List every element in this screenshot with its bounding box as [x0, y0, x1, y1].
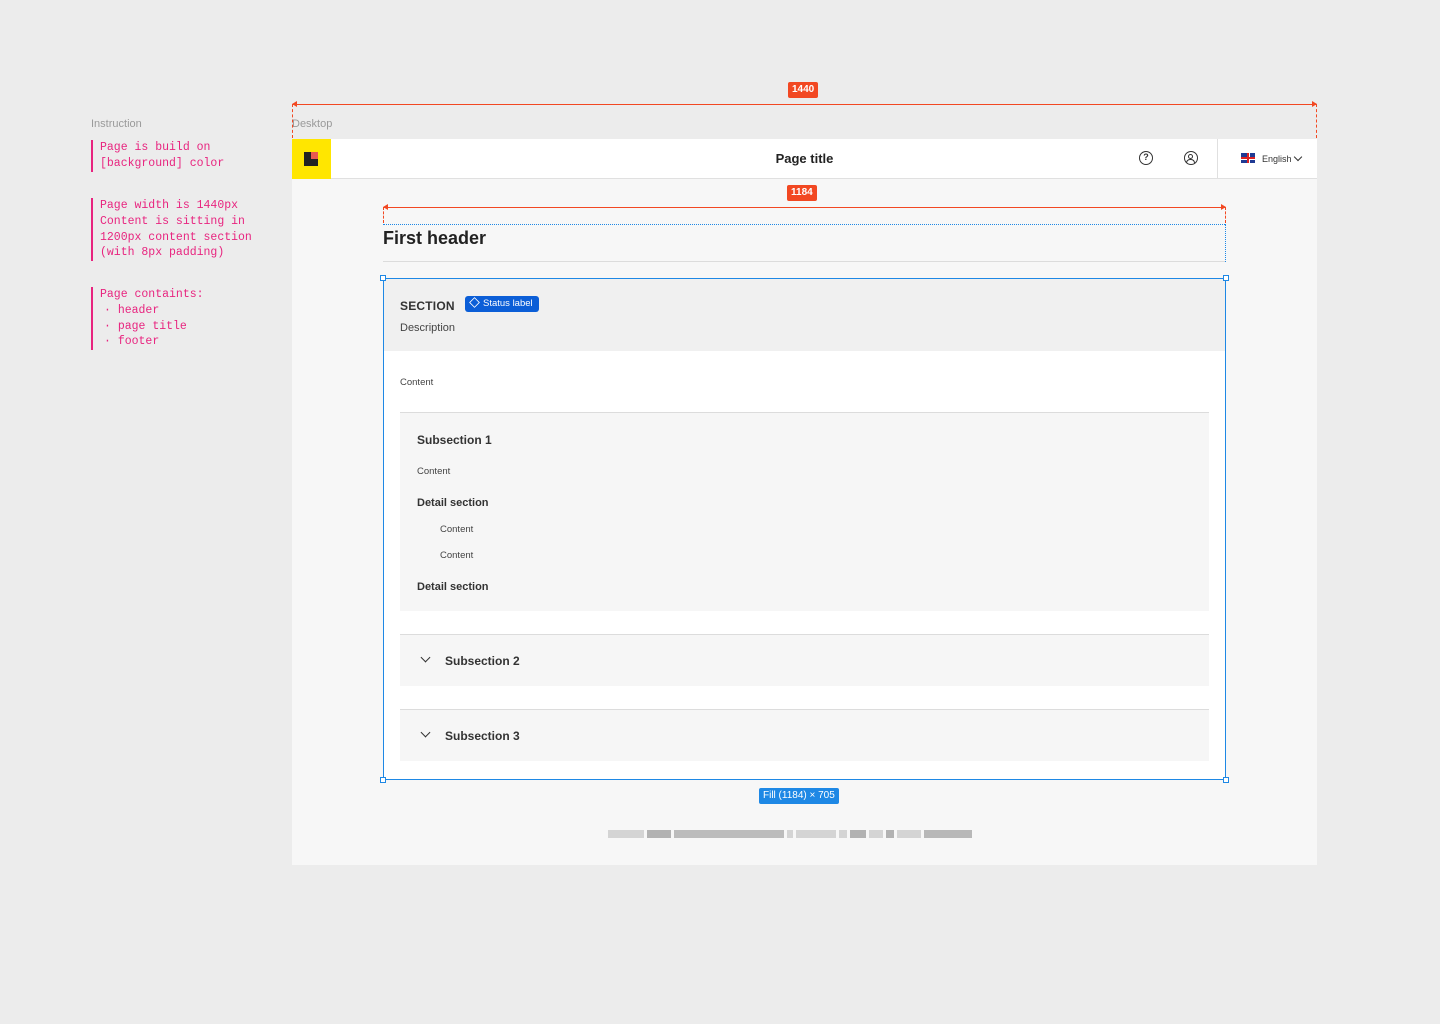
- header-bounds: [1225, 224, 1226, 262]
- content-width-edge: [1225, 207, 1226, 223]
- note-contents-item: · footer: [104, 335, 160, 349]
- fill-size-badge: Fill (1184) × 705: [759, 788, 839, 804]
- instruction-note-contents: Page containts: · header · page title · …: [91, 287, 280, 351]
- width-measure-edge: [1316, 104, 1317, 138]
- note-contents-item: · page title: [104, 319, 187, 333]
- width-measure-line: [292, 104, 1316, 105]
- resize-handle[interactable]: [1223, 275, 1229, 281]
- instruction-title: Instruction: [91, 118, 142, 130]
- first-header: First header: [383, 228, 487, 248]
- top-header: Page title ? English: [292, 139, 1317, 179]
- note-contents-title: Page containts:: [100, 288, 204, 301]
- header-bounds: [383, 224, 1225, 225]
- note-contents-item: · header: [104, 303, 160, 317]
- desktop-frame: Page title ? English 1184 First header S…: [292, 139, 1317, 865]
- selection-outline: [383, 278, 1226, 780]
- width-measure-badge: 1440: [788, 82, 819, 98]
- user-account-icon[interactable]: [1184, 151, 1198, 165]
- page-title: Page title: [775, 151, 834, 166]
- uk-flag-icon: [1241, 153, 1255, 163]
- resize-handle[interactable]: [1223, 777, 1229, 783]
- content-width-edge: [383, 207, 384, 223]
- resize-handle[interactable]: [380, 777, 386, 783]
- instruction-note-background: Page is build on [background] color: [91, 140, 280, 172]
- help-icon[interactable]: ?: [1139, 151, 1153, 165]
- header-divider: [383, 261, 1225, 262]
- content-width-line: [383, 207, 1226, 208]
- resize-handle[interactable]: [380, 275, 386, 281]
- language-selector[interactable]: English: [1262, 154, 1292, 164]
- width-measure-edge: [292, 104, 293, 138]
- header-divider: [1217, 139, 1218, 178]
- footer-blurred-text: [608, 830, 1000, 840]
- frame-label: Desktop: [292, 118, 333, 130]
- content-width-badge: 1184: [787, 185, 817, 201]
- instruction-note-width: Page width is 1440px Content is sitting …: [91, 198, 280, 262]
